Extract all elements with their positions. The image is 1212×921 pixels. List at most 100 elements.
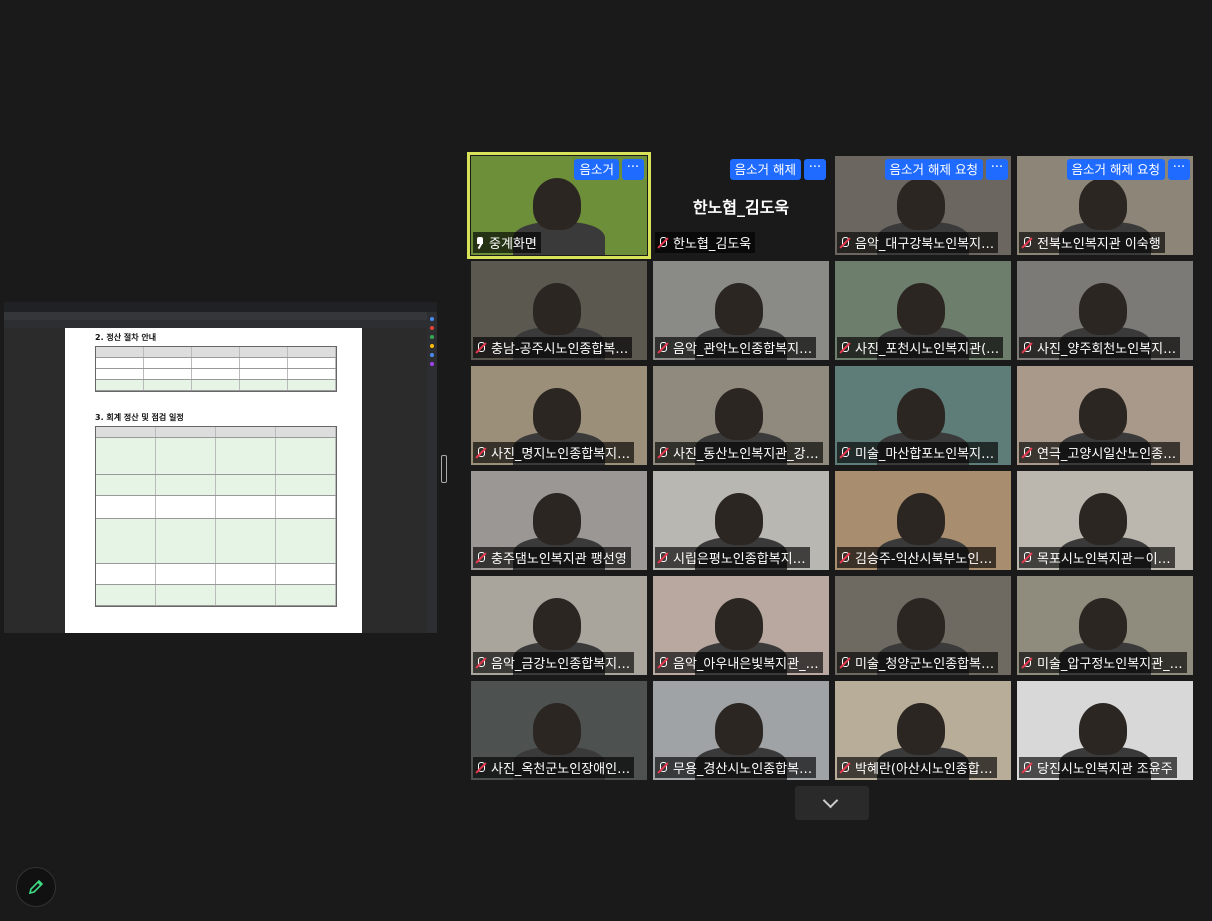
tile-controls: 음소거 ··· xyxy=(574,159,644,180)
participant-name-tag: 당진시노인복지관 조윤주 xyxy=(1019,757,1177,778)
mic-off-icon xyxy=(657,551,669,564)
participant-name-tag: 음악_금강노인종합복지… xyxy=(473,652,635,673)
participant-name: 충주댐노인복지관 팽선영 xyxy=(491,552,627,567)
video-tile[interactable]: 한노협_김도욱 음소거 해제 ··· 한노협_김도욱 xyxy=(653,156,829,255)
browser-address-bar xyxy=(4,312,437,320)
participant-video xyxy=(897,178,945,230)
video-tile[interactable]: 미술_마산합포노인복지… xyxy=(835,366,1011,465)
participant-video xyxy=(897,493,945,545)
tile-controls: 음소거 해제 ··· xyxy=(729,159,826,180)
video-tile[interactable]: 음악_관악노인종합복지… xyxy=(653,261,829,360)
participant-name-tag: 무용_경산시노인종합복… xyxy=(655,757,817,778)
mic-off-icon xyxy=(1021,446,1033,459)
more-options-button[interactable]: ··· xyxy=(622,159,644,180)
more-options-button[interactable]: ··· xyxy=(1168,159,1190,180)
participant-name-tag: 충남-공주시노인종합복… xyxy=(473,337,633,358)
participant-name: 미술_마산합포노인복지… xyxy=(855,447,995,462)
participant-name: 박혜란(아산시노인종합… xyxy=(855,762,993,777)
mic-off-icon xyxy=(1021,656,1033,669)
video-tile[interactable]: 사진_명지노인종합복지… xyxy=(471,366,647,465)
participant-name-tag: 사진_양주회천노인복지… xyxy=(1019,337,1181,358)
video-tile[interactable]: 박혜란(아산시노인종합… xyxy=(835,681,1011,780)
video-tile[interactable]: 음소거 해제 요청 ··· 음악_대구강북노인복지… xyxy=(835,156,1011,255)
participant-name: 음악_관악노인종합복지… xyxy=(673,342,813,357)
video-tile[interactable]: 시립은평노인종합복지… xyxy=(653,471,829,570)
mic-off-icon xyxy=(1021,236,1033,249)
participant-name-tag: 전북노인복지관 이숙행 xyxy=(1019,232,1165,253)
participant-video xyxy=(533,703,581,755)
mic-off-icon xyxy=(657,656,669,669)
video-tile[interactable]: 사진_양주회천노인복지… xyxy=(1017,261,1193,360)
mute-action-button[interactable]: 음소거 xyxy=(574,159,619,180)
mic-off-icon xyxy=(839,236,851,249)
document-heading-2: 3. 회계 정산 및 점검 일정 xyxy=(95,413,184,422)
participant-name: 무용_경산시노인종합복… xyxy=(673,762,813,777)
video-tile[interactable]: 음악_아우내은빛복지관_… xyxy=(653,576,829,675)
participant-name-tag: 목포시노인복지관－이… xyxy=(1019,547,1175,568)
mute-action-button[interactable]: 음소거 해제 xyxy=(729,159,801,180)
more-options-button[interactable]: ··· xyxy=(986,159,1008,180)
participant-video xyxy=(533,388,581,440)
participant-name-tag: 충주댐노인복지관 팽선영 xyxy=(473,547,631,568)
participant-name-tag: 중계화면 xyxy=(473,232,541,253)
participant-name: 사진_포천시노인복지관(… xyxy=(855,342,1000,357)
participant-video xyxy=(533,178,581,230)
video-tile[interactable]: 미술_청양군노인종합복… xyxy=(835,576,1011,675)
participant-name-tag: 박혜란(아산시노인종합… xyxy=(837,757,997,778)
video-tile[interactable]: 음소거 ··· 중계화면 xyxy=(467,152,651,259)
participant-name: 전북노인복지관 이숙행 xyxy=(1037,237,1161,252)
video-tile[interactable]: 목포시노인복지관－이… xyxy=(1017,471,1193,570)
participant-video xyxy=(715,598,763,650)
participant-name: 미술_청양군노인종합복… xyxy=(855,657,995,672)
mic-off-icon xyxy=(657,761,669,774)
participant-name: 시립은평노인종합복지… xyxy=(673,552,806,567)
document-heading-1: 2. 정산 절차 안내 xyxy=(95,333,157,342)
participant-name-tag: 사진_포천시노인복지관(… xyxy=(837,337,1004,358)
video-tile[interactable]: 충남-공주시노인종합복… xyxy=(471,261,647,360)
mic-off-icon xyxy=(839,761,851,774)
participant-name-tag: 음악_대구강북노인복지… xyxy=(837,232,999,253)
mic-off-icon xyxy=(657,341,669,354)
video-tile[interactable]: 당진시노인복지관 조윤주 xyxy=(1017,681,1193,780)
video-tile[interactable]: 무용_경산시노인종합복… xyxy=(653,681,829,780)
participant-name-tag: 음악_관악노인종합복지… xyxy=(655,337,817,358)
video-tile[interactable]: 미술_압구정노인복지관_… xyxy=(1017,576,1193,675)
document-note xyxy=(95,402,362,408)
participant-name: 사진_명지노인종합복지… xyxy=(491,447,631,462)
video-tile[interactable]: 충주댐노인복지관 팽선영 xyxy=(471,471,647,570)
video-tile[interactable]: 연극_고양시일산노인종… xyxy=(1017,366,1193,465)
mute-action-button[interactable]: 음소거 해제 요청 xyxy=(884,159,983,180)
participant-video xyxy=(1079,388,1127,440)
browser-tab-bar xyxy=(4,302,437,312)
participant-name: 연극_고양시일산노인종… xyxy=(1037,447,1177,462)
participant-name: 사진_양주회천노인복지… xyxy=(1037,342,1177,357)
participant-name-tag: 연극_고양시일산노인종… xyxy=(1019,442,1181,463)
participant-video xyxy=(533,283,581,335)
pin-icon xyxy=(475,236,485,249)
participant-video xyxy=(897,703,945,755)
mic-off-icon xyxy=(839,446,851,459)
more-options-button[interactable]: ··· xyxy=(804,159,826,180)
video-tile[interactable]: 사진_동산노인복지관_강… xyxy=(653,366,829,465)
participant-name-tag: 음악_아우내은빛복지관_… xyxy=(655,652,823,673)
participant-video xyxy=(715,493,763,545)
shared-screen: 2. 정산 절차 안내 3. 회계 정산 및 점검 일정 xyxy=(4,302,437,633)
video-tile[interactable]: 사진_옥천군노인장애인… xyxy=(471,681,647,780)
gallery-scroll-down-button[interactable] xyxy=(795,786,869,820)
panel-resize-handle[interactable] xyxy=(441,455,447,483)
participant-name: 음악_금강노인종합복지… xyxy=(491,657,631,672)
participant-name: 당진시노인복지관 조윤주 xyxy=(1037,762,1173,777)
video-tile[interactable]: 음소거 해제 요청 ··· 전북노인복지관 이숙행 xyxy=(1017,156,1193,255)
mute-action-button[interactable]: 음소거 해제 요청 xyxy=(1066,159,1165,180)
mic-off-icon xyxy=(475,656,487,669)
video-tile[interactable]: 김승주-익산시북부노인… xyxy=(835,471,1011,570)
annotate-button[interactable] xyxy=(16,867,56,907)
mic-off-icon xyxy=(1021,551,1033,564)
participant-video xyxy=(897,388,945,440)
participant-video xyxy=(897,283,945,335)
participant-name-tag: 시립은평노인종합복지… xyxy=(655,547,810,568)
participant-name-tag: 김승주-익산시북부노인… xyxy=(837,547,997,568)
pencil-icon xyxy=(28,879,44,895)
video-tile[interactable]: 음악_금강노인종합복지… xyxy=(471,576,647,675)
video-tile[interactable]: 사진_포천시노인복지관(… xyxy=(835,261,1011,360)
